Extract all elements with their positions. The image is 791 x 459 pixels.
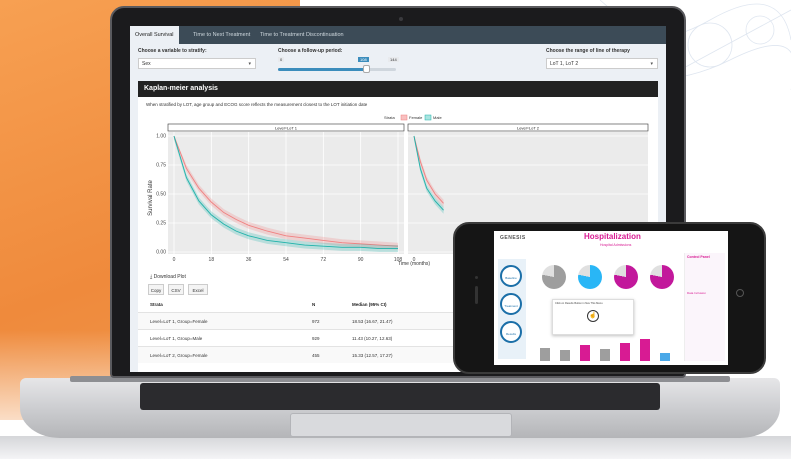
phone-bar: [640, 339, 650, 361]
bar-row: [532, 335, 682, 361]
followup-slider-fill: [278, 68, 367, 71]
stratify-value: Sex: [142, 61, 151, 67]
followup-min: 0: [278, 57, 285, 62]
cell-n: 972: [312, 319, 320, 324]
chevron-down-icon: ▾: [248, 61, 251, 67]
x-tick-label-facet2: 0: [413, 257, 416, 263]
legend-label-male: Male: [433, 115, 442, 120]
phone-bar: [660, 352, 670, 361]
pointer-icon: ☝: [587, 310, 599, 322]
keyboard: [140, 383, 660, 410]
cell-n: 929: [312, 336, 320, 341]
chevron-down-icon: ▾: [650, 61, 653, 67]
y-tick-label: 0.25: [156, 221, 166, 227]
control-panel-subtitle: Data Inclusion: [687, 291, 707, 295]
x-tick-label: 0: [173, 257, 176, 263]
phone-bar: [620, 343, 630, 361]
legend-label-female: Female: [409, 115, 423, 120]
legend-swatch-female: [400, 114, 408, 121]
y-tick-label: 1.00: [156, 134, 166, 140]
pie-chart: [650, 265, 674, 289]
table-header-median[interactable]: Median (95% CI): [352, 302, 387, 307]
lot-value: LoT 1, LoT 2: [550, 61, 579, 67]
legend-title: Strata: [384, 115, 395, 120]
download-icon: ⤓: [150, 274, 153, 280]
chart-legend: Strata Female Male: [384, 114, 442, 121]
phone-bar: [540, 347, 550, 361]
tab-overall-survival[interactable]: Overall Survival: [130, 26, 179, 44]
x-tick-label: 72: [321, 257, 327, 263]
table-header-n[interactable]: N: [312, 302, 315, 307]
phone-screen: GENESIS Hospitalization Hospital Admissi…: [494, 231, 728, 365]
followup-value: 108: [358, 57, 369, 62]
tab-time-to-treatment-discontinuation[interactable]: Time to Treatment Discontinuation: [255, 26, 349, 44]
pie-row: [532, 253, 682, 293]
phone-page-title: Hospitalization: [584, 232, 641, 241]
facet-label-lot2: Level=LoT 2: [517, 126, 540, 131]
panel-title: Kaplan-meier analysis: [138, 81, 658, 97]
phone-bar: [600, 349, 610, 361]
control-panel: Control Panel Data Inclusion: [684, 253, 725, 361]
nav-baseline-button[interactable]: Baseline: [500, 265, 522, 287]
cell-n: 455: [312, 353, 320, 358]
control-panel-title: Control Panel: [687, 255, 710, 259]
download-plot-link[interactable]: ⤓ Download Plot: [150, 274, 186, 280]
lot-label: Choose the range of line of therapy: [546, 48, 630, 54]
x-tick-label: 36: [246, 257, 252, 263]
y-tick-label: 0.00: [156, 250, 166, 256]
x-tick-label: 54: [283, 257, 289, 263]
pie-chart: [542, 265, 566, 289]
x-tick-label: 18: [209, 257, 215, 263]
followup-slider-handle[interactable]: [363, 65, 370, 73]
cell-median: 15.33 (12.57, 17.27): [352, 353, 393, 358]
phone-bar: [580, 345, 590, 361]
hint-popup: Click on Results Button in Nav This Menu…: [552, 299, 634, 335]
pie-chart: [614, 265, 638, 289]
stratify-label: Choose a variable to stratify:: [138, 48, 207, 54]
legend-swatch-male: [424, 114, 432, 121]
hint-text: Click on Results Button in Nav This Menu: [555, 302, 603, 305]
lot-select[interactable]: LoT 1, LoT 2 ▾: [546, 58, 658, 69]
camera-icon: [399, 17, 403, 21]
nav-treatment-button[interactable]: Treatment: [500, 293, 522, 315]
panel-description: When stratified by LOT, age group and EC…: [146, 102, 368, 107]
cell-strata: Level=LoT 2, Group=Female: [150, 353, 208, 358]
phone-home-button[interactable]: [736, 289, 744, 297]
phone-speaker: [475, 286, 478, 304]
trackpad: [290, 413, 512, 437]
cell-strata: Level=LoT 1, Group=Male: [150, 336, 203, 341]
genesis-logo: GENESIS: [500, 235, 526, 241]
phone-camera-icon: [475, 276, 478, 279]
followup-max: 144: [388, 57, 399, 62]
excel-button[interactable]: Excel: [188, 284, 208, 295]
laptop-shadow: [0, 436, 791, 459]
followup-slider[interactable]: [278, 68, 396, 71]
x-tick-label: 108: [394, 257, 403, 263]
cell-median: 11.43 (10.27, 12.63): [352, 336, 393, 341]
cell-median: 18.53 (16.67, 21.47): [352, 319, 393, 324]
cell-strata: Level=LoT 1, Group=Female: [150, 319, 208, 324]
y-axis-label: Survival Rate: [148, 180, 154, 216]
download-label: Download Plot: [153, 274, 186, 280]
stratify-select[interactable]: Sex ▾: [138, 58, 256, 69]
tab-time-to-next-treatment[interactable]: Time to Next Treatment: [188, 26, 255, 44]
facet-label-lot1: Level=LoT 1: [275, 126, 298, 131]
nav-results-button[interactable]: Results: [500, 321, 522, 343]
copy-button[interactable]: Copy: [148, 284, 164, 295]
pie-chart: [578, 265, 602, 289]
table-header-strata[interactable]: Strata: [150, 302, 163, 307]
csv-button[interactable]: CSV: [168, 284, 184, 295]
followup-label: Choose a follow-up period:: [278, 48, 343, 54]
phone-subtitle: Hospital Admissions: [600, 243, 632, 247]
y-tick-label: 0.75: [156, 163, 166, 169]
y-tick-label: 0.50: [156, 192, 166, 198]
phone-bar: [560, 350, 570, 361]
x-tick-label: 90: [358, 257, 364, 263]
